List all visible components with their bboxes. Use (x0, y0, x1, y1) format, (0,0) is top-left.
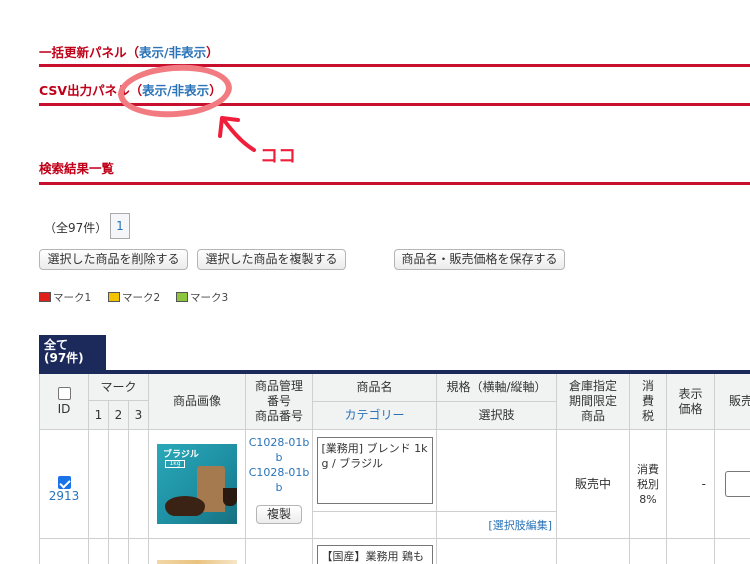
row-1-mark-3[interactable] (129, 430, 149, 539)
delete-selected-button[interactable]: 選択した商品を削除する (39, 249, 188, 270)
row-1-id-cell: 2913 (39, 430, 89, 539)
header-name: 商品名 (313, 374, 437, 402)
page-link-1[interactable]: 1 (110, 213, 130, 239)
row-1-mgmt-number[interactable]: C1028-01b (249, 435, 310, 450)
header-mark-1: 1 (89, 401, 109, 430)
row-1-mark-1[interactable] (89, 430, 109, 539)
row-2-image-cell (149, 539, 246, 564)
row-1-tax: 消費 税別 8% (630, 430, 667, 539)
header-mgmt: 商品管理 番号 商品番号 (246, 374, 313, 430)
product-image[interactable] (157, 560, 237, 564)
row-1-spec-cell (437, 430, 557, 512)
annotation-arrow: ココ (218, 116, 296, 166)
row-2-status (557, 539, 630, 564)
row-2-id-cell (39, 539, 89, 564)
mark-3: マーク3 (176, 290, 228, 305)
row-2-mark-1[interactable] (89, 539, 109, 564)
bulk-update-panel-header: 一括更新パネル（表示/非表示） (39, 42, 750, 67)
save-name-price-button[interactable]: 商品名・販売価格を保存する (394, 249, 565, 270)
header-option: 選択肢 (437, 402, 557, 430)
row-2-sell-cell (715, 539, 750, 564)
header-mark-2: 2 (109, 401, 129, 430)
select-all-checkbox[interactable] (57, 386, 71, 400)
product-table: ID マーク 1 2 3 商品画像 商品管理 番号 商品番号 商品名 カテゴリー 規… (39, 374, 750, 564)
row-1-checkbox[interactable] (57, 476, 71, 489)
csv-output-panel-title: CSV出力パネル (39, 83, 130, 98)
header-sell: 販売 (715, 374, 750, 430)
duplicate-selected-button[interactable]: 選択した商品を複製する (197, 249, 346, 270)
row-1-mgmt-cell: C1028-01b b C1028-01b b 複製 (246, 430, 313, 539)
row-1-category-cell (313, 512, 437, 539)
row-1-sell-price-input[interactable] (725, 471, 750, 497)
row-1-display-price: - (667, 430, 715, 539)
row-1-name-input[interactable]: [業務用] ブレンド 1k g / ブラジル (316, 437, 433, 504)
search-results-title: 検索結果一覧 (39, 161, 115, 176)
row-1-copy-button[interactable]: 複製 (255, 505, 302, 524)
paren-open: （ (126, 45, 140, 60)
header-tax: 消費税 (630, 374, 667, 430)
row-2-tax (630, 539, 667, 564)
row-1-product-number[interactable]: C1028-01b (249, 465, 310, 480)
row-1-image-cell: ブラジル 1kg (149, 430, 246, 539)
row-1-name-cell: [業務用] ブレンド 1k g / ブラジル (313, 430, 437, 512)
row-2-display-price (667, 539, 715, 564)
yellow-flag-icon (108, 292, 120, 302)
product-image[interactable]: ブラジル 1kg (157, 444, 237, 524)
mark-1: マーク1 (39, 290, 91, 305)
header-image: 商品画像 (149, 374, 246, 430)
bulk-update-panel-title: 一括更新パネル (39, 45, 127, 60)
mark-2: マーク2 (108, 290, 160, 305)
header-category-link[interactable]: カテゴリー (313, 402, 437, 430)
header-mark: マーク (89, 374, 149, 401)
row-1-option-edit-link[interactable]: [選択肢編集] (437, 512, 557, 539)
red-flag-icon (39, 292, 51, 302)
tab-all[interactable]: 全て (97件) (39, 335, 106, 371)
bulk-update-toggle-link[interactable]: 表示/非表示 (139, 45, 206, 60)
row-2-spec-cell (437, 539, 557, 564)
row-1-id-link[interactable]: 2913 (49, 489, 80, 504)
header-warehouse: 倉庫指定 期間限定 商品 (557, 374, 630, 430)
search-results-header: 検索結果一覧 (39, 158, 750, 185)
header-id: ID (39, 374, 89, 430)
row-2-mgmt-cell (246, 539, 313, 564)
row-2-name-cell: 【国産】業務用 鶏も (313, 539, 437, 564)
result-count: （全97件） (44, 221, 108, 235)
header-mark-3: 3 (129, 401, 149, 430)
row-1-sell-cell (715, 430, 750, 539)
row-1-status: 販売中 (557, 430, 630, 539)
header-display-price: 表示 価格 (667, 374, 715, 430)
row-2-mark-2[interactable] (109, 539, 129, 564)
green-flag-icon (176, 292, 188, 302)
row-1-mark-2[interactable] (109, 430, 129, 539)
row-2-mark-3[interactable] (129, 539, 149, 564)
paren-close: ） (206, 45, 219, 60)
header-spec: 規格（横軸/縦軸） (437, 374, 557, 402)
row-2-name-input[interactable]: 【国産】業務用 鶏も (316, 545, 433, 564)
